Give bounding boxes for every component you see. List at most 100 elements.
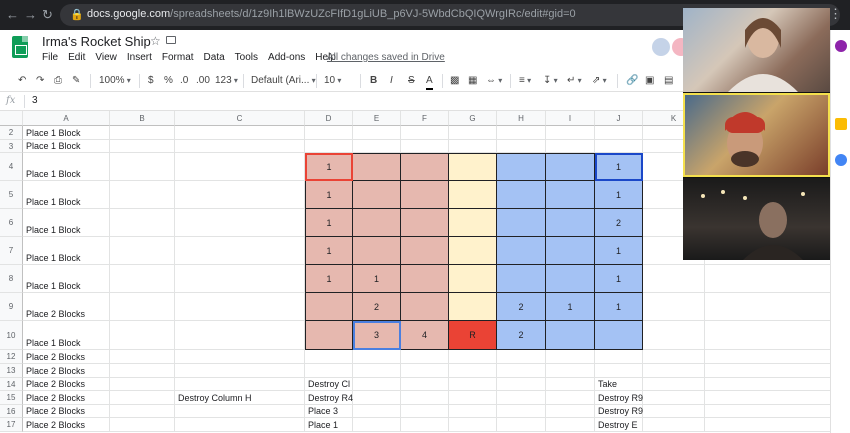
cell-e5[interactable] [353,181,401,209]
cell-l9[interactable] [705,293,850,321]
cell-f5[interactable] [401,181,449,209]
cell-d13[interactable] [305,364,353,378]
cell-h2[interactable] [497,126,546,140]
cell-i3[interactable] [546,140,595,153]
cell-k8[interactable] [643,265,705,293]
paint-format-icon[interactable]: ✎ [72,74,80,88]
cell-h13[interactable] [497,364,546,378]
cell-a13[interactable]: Place 2 Blocks [23,364,110,378]
column-header-g[interactable]: G [449,111,497,126]
cell-c3[interactable] [175,140,305,153]
cell-c10[interactable] [175,321,305,350]
cell-g12[interactable] [449,350,497,364]
cell-f15[interactable] [401,391,449,405]
video-call-panel[interactable] [683,8,830,260]
cell-j13[interactable] [595,364,643,378]
cell-b16[interactable] [110,405,175,418]
participant-video[interactable] [683,8,830,92]
cell-b7[interactable] [110,237,175,265]
kebab-icon[interactable]: ⋮ [829,6,842,22]
cell-a6[interactable]: Place 1 Block [23,209,110,237]
cell-c7[interactable] [175,237,305,265]
cell-i16[interactable] [546,405,595,418]
column-header-h[interactable]: H [497,111,546,126]
cell-d9[interactable] [305,293,353,321]
cell-c13[interactable] [175,364,305,378]
row-header[interactable]: 5 [0,181,23,209]
column-header-d[interactable]: D [305,111,353,126]
cell-d12[interactable] [305,350,353,364]
cell-a17[interactable]: Place 2 Blocks [23,418,110,432]
cell-g15[interactable] [449,391,497,405]
row-header[interactable]: 7 [0,237,23,265]
cell-h17[interactable] [497,418,546,432]
menu-tools[interactable]: Tools [235,52,258,63]
decrease-decimal-button[interactable]: .0 [180,74,188,88]
cell-g16[interactable] [449,405,497,418]
cell-f13[interactable] [401,364,449,378]
cell-a4[interactable]: Place 1 Block [23,153,110,181]
cell-i15[interactable] [546,391,595,405]
cell-g14[interactable] [449,378,497,391]
cell-i10[interactable] [546,321,595,350]
row-header[interactable]: 3 [0,140,23,153]
cell-b15[interactable] [110,391,175,405]
vertical-align-icon[interactable]: ↧ [543,74,558,88]
fill-color-icon[interactable]: ▩ [450,74,459,88]
cell-a7[interactable]: Place 1 Block [23,237,110,265]
cell-e7[interactable] [353,237,401,265]
cell-c17[interactable] [175,418,305,432]
cell-j4[interactable]: 1 [595,153,643,181]
cell-h8[interactable] [497,265,546,293]
cell-h7[interactable] [497,237,546,265]
cell-h15[interactable] [497,391,546,405]
row-header[interactable]: 16 [0,405,23,418]
cell-k13[interactable] [643,364,705,378]
cell-k17[interactable] [643,418,705,432]
column-header-c[interactable]: C [175,111,305,126]
cell-g13[interactable] [449,364,497,378]
cell-j5[interactable]: 1 [595,181,643,209]
cell-c4[interactable] [175,153,305,181]
cell-l17[interactable] [705,418,850,432]
reload-icon[interactable]: ↻ [42,7,53,23]
sheets-logo-icon[interactable] [12,36,28,58]
cell-g5[interactable] [449,181,497,209]
cell-j15[interactable]: Destroy R9 [595,391,643,405]
undo-icon[interactable]: ↶ [18,74,26,88]
cell-b6[interactable] [110,209,175,237]
more-formats-select[interactable]: 123 [215,74,238,88]
column-header-e[interactable]: E [353,111,401,126]
cell-a9[interactable]: Place 2 Blocks [23,293,110,321]
column-header-j[interactable]: J [595,111,643,126]
cell-e8[interactable]: 1 [353,265,401,293]
cell-c14[interactable] [175,378,305,391]
cell-h4[interactable] [497,153,546,181]
cell-h10[interactable]: 2 [497,321,546,350]
cell-j12[interactable] [595,350,643,364]
cell-i12[interactable] [546,350,595,364]
selected-cell-e10[interactable]: 3 [353,321,401,350]
cell-j14[interactable]: Take [595,378,643,391]
cell-c5[interactable] [175,181,305,209]
cell-j6[interactable]: 2 [595,209,643,237]
cell-k15[interactable] [643,391,705,405]
redo-icon[interactable]: ↷ [36,74,44,88]
cell-b3[interactable] [110,140,175,153]
cell-f10[interactable]: 4 [401,321,449,350]
column-header-a[interactable]: A [23,111,110,126]
cell-l15[interactable] [705,391,850,405]
cell-j16[interactable]: Destroy R9 [595,405,643,418]
cell-f12[interactable] [401,350,449,364]
cell-i13[interactable] [546,364,595,378]
cell-k10[interactable] [643,321,705,350]
cell-j7[interactable]: 1 [595,237,643,265]
avatar[interactable] [652,38,670,56]
menu-view[interactable]: View [95,52,117,63]
cell-f17[interactable] [401,418,449,432]
menu-addons[interactable]: Add-ons [268,52,305,63]
cell-l13[interactable] [705,364,850,378]
currency-format-button[interactable]: $ [148,74,154,88]
cell-j8[interactable]: 1 [595,265,643,293]
cell-j17[interactable]: Destroy E [595,418,643,432]
